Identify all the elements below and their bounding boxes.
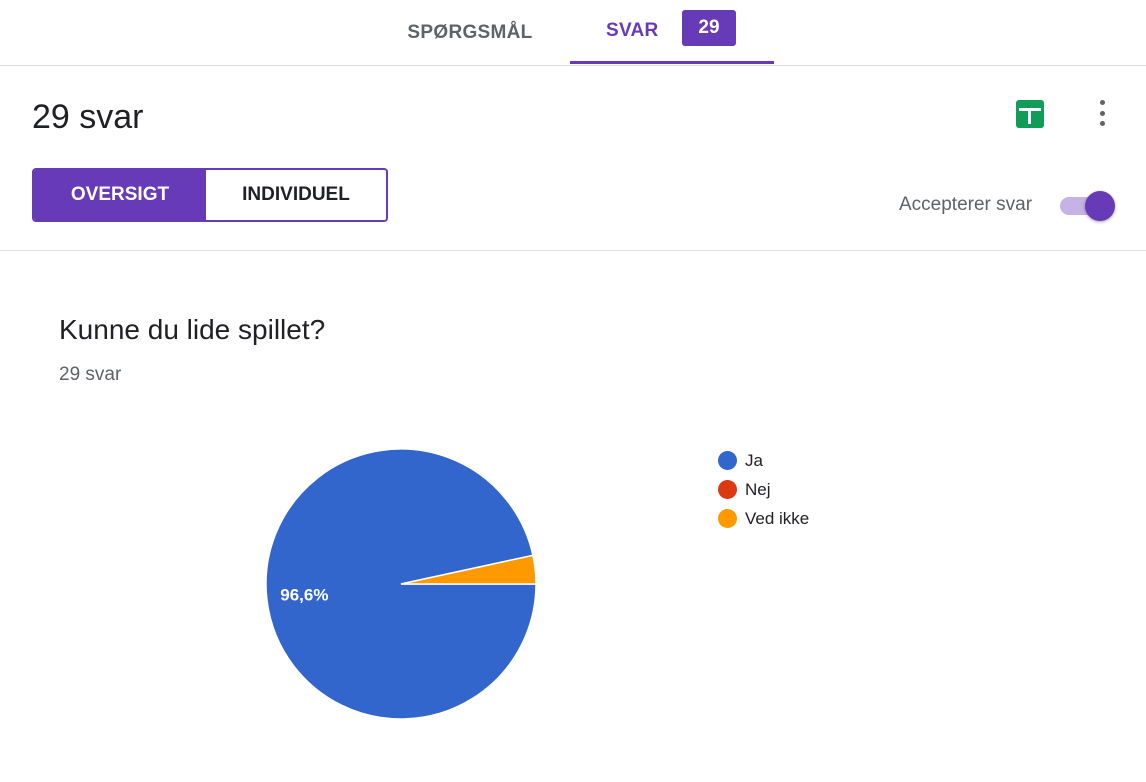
pie-data-label: 96,6%: [280, 585, 328, 604]
overview-button[interactable]: OVERSIGT: [34, 170, 206, 220]
legend-label: Ja: [745, 450, 763, 470]
legend-swatch: [718, 451, 737, 470]
toggle-knob: [1085, 191, 1115, 221]
accepting-responses-label: Accepterer svar: [899, 194, 1033, 215]
legend-item: Ja: [718, 446, 809, 475]
legend-item: Ved ikke: [718, 504, 809, 533]
legend-swatch: [718, 480, 737, 499]
tab-responses[interactable]: SVAR: [570, 0, 774, 64]
more-vert-icon[interactable]: [1090, 98, 1114, 128]
pie-chart: 96,6%: [265, 448, 537, 720]
responses-count-badge: 29: [682, 10, 736, 46]
top-tab-bar: SPØRGSMÅL SVAR 29: [0, 0, 1146, 66]
legend-label: Ved ikke: [745, 508, 810, 528]
legend-item: Nej: [718, 475, 809, 504]
summary-header: 29 svar OVERSIGT INDIVIDUEL Accepterer s…: [0, 66, 1146, 251]
accepting-responses-toggle[interactable]: [1060, 190, 1116, 222]
sheets-icon[interactable]: [1016, 100, 1044, 128]
tab-questions[interactable]: SPØRGSMÅL: [370, 0, 570, 66]
tab-questions-label: SPØRGSMÅL: [407, 22, 533, 43]
legend-swatch: [718, 509, 737, 528]
question-title: Kunne du lide spillet?: [59, 314, 326, 345]
legend-label: Nej: [745, 479, 771, 499]
chart-legend: Ja Nej Ved ikke: [718, 446, 809, 533]
tab-responses-label: SVAR: [606, 19, 659, 41]
view-segmented-control: OVERSIGT INDIVIDUEL: [32, 168, 388, 222]
page-title: 29 svar: [32, 98, 144, 136]
individual-button[interactable]: INDIVIDUEL: [206, 170, 386, 220]
question-response-count: 29 svar: [59, 364, 122, 385]
